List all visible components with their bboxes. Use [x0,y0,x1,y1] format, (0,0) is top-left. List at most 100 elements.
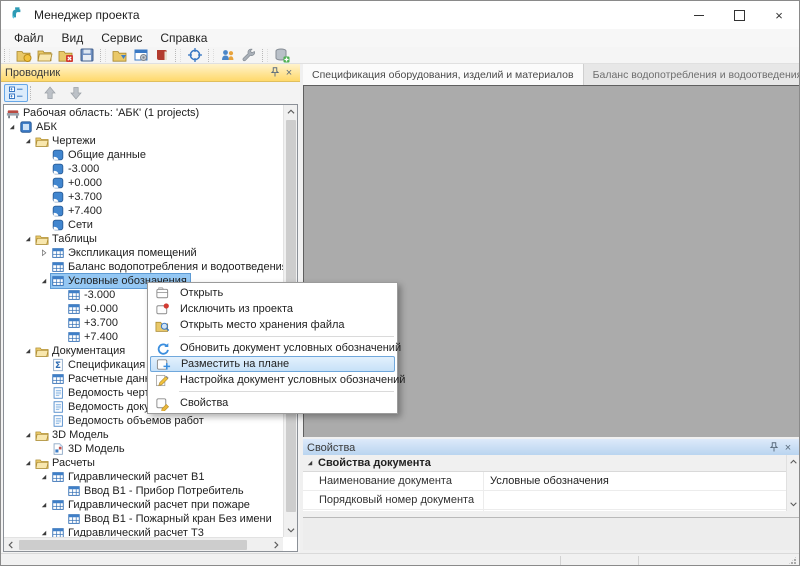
menubar-item[interactable]: Вид [53,30,93,46]
tree-item[interactable]: +3.700 [38,190,283,204]
scroll-down-icon[interactable] [284,523,298,537]
add-document-button[interactable] [109,47,130,63]
expander-icon[interactable] [38,246,51,260]
property-row[interactable]: Порядковый номер документа [303,491,799,510]
snap-target-icon [187,47,203,63]
explorer-title: Проводник [5,67,268,79]
tree-item[interactable]: Гидравлический расчет Т3 [38,526,283,537]
context-menu-item[interactable]: Настройка документ условных обозначений [150,372,395,388]
context-menu-item[interactable]: Открыть место хранения файла [150,317,395,333]
scroll-up-icon[interactable] [787,455,799,469]
expander-icon[interactable] [303,456,318,470]
tree-item-content: Ввод В1 - Пожарный кран Без имени [67,512,275,526]
tree-item[interactable]: Общие данные [38,148,283,162]
folder-icon [35,134,50,148]
tree-item[interactable]: Сети [38,218,283,232]
tree-item[interactable]: Гидравлический расчет при пожаре [38,498,283,512]
database-add-button[interactable] [271,47,292,63]
expander-icon[interactable] [22,232,35,246]
menubar-item[interactable]: Файл [5,30,53,46]
menubar-item[interactable]: Сервис [92,30,151,46]
new-project-button[interactable] [13,47,34,63]
tree-item-content: +3.700 [51,190,105,204]
property-value[interactable] [484,510,799,511]
tree-horizontal-scrollbar[interactable] [4,537,283,551]
exclude-doc-icon [155,302,171,316]
library-button[interactable] [151,47,172,63]
scroll-down-icon[interactable] [787,497,799,511]
document-tab[interactable]: Баланс водопотребления и водоотведения [584,64,800,85]
tree-item[interactable]: +0.000 [38,176,283,190]
close-panel-icon[interactable]: × [282,66,296,80]
tools-button[interactable] [238,47,259,63]
project-settings-button[interactable] [130,47,151,63]
pin-icon[interactable] [268,66,282,80]
tree-item[interactable]: Чертежи [22,134,283,148]
tree-item-label: -3.000 [66,163,99,175]
tree-item[interactable]: 3D Модель [38,442,283,456]
tree-item[interactable]: Баланс водопотребления и водоотведения [38,260,283,274]
tree-item[interactable]: АБК [6,120,283,134]
property-value[interactable] [484,491,799,509]
close-project-button[interactable] [55,47,76,63]
scroll-left-icon[interactable] [4,538,18,552]
resize-grip[interactable] [788,556,797,565]
tree-item[interactable]: Рабочая область: 'АБК' (1 projects) [6,106,283,120]
tree-item-content: Гидравлический расчет В1 [51,470,207,484]
add-document-icon [112,47,128,63]
context-menu-item[interactable]: Исключить из проекта [150,301,395,317]
expander-icon[interactable] [22,134,35,148]
pin-icon[interactable] [767,441,781,455]
close-button[interactable]: × [759,1,799,29]
tree-item[interactable]: 3D Модель [22,428,283,442]
properties-group-row[interactable]: Свойства документа [303,455,799,472]
tree-item[interactable]: Таблицы [22,232,283,246]
tree-view-button[interactable] [4,84,28,102]
expander-icon[interactable] [22,428,35,442]
project-settings-icon [133,47,149,63]
properties-scrollbar[interactable] [786,455,799,511]
expander-icon[interactable] [22,344,35,358]
scroll-right-icon[interactable] [269,538,283,552]
document-tab[interactable]: Спецификация оборудования, изделий и мат… [303,64,584,85]
place-on-plan-icon [156,357,172,371]
toolbar-grip [175,49,181,62]
tree-item[interactable]: Ввод В1 - Пожарный кран Без имени [54,512,283,526]
save-project-button[interactable] [76,47,97,63]
close-panel-icon[interactable]: × [781,441,795,455]
tree-item-label: Общие данные [66,149,146,161]
tree-item[interactable]: Ведомость объемов работ [38,414,283,428]
expander-icon[interactable] [38,274,51,288]
tree-item-label: +7.400 [82,331,118,343]
tree-item[interactable]: Расчеты [22,456,283,470]
users-button[interactable] [217,47,238,63]
tree-item[interactable]: Экспликация помещений [38,246,283,260]
move-up-button[interactable] [38,84,62,102]
context-menu-item[interactable]: Свойства [150,395,395,411]
close-project-icon [58,47,74,63]
context-menu-item[interactable]: Разместить на плане [150,356,395,372]
context-menu-item[interactable]: Открыть [150,285,395,301]
property-row[interactable]: Об [303,510,799,511]
tree-item[interactable]: -3.000 [38,162,283,176]
property-row[interactable]: Наименование документаУсловные обозначен… [303,472,799,491]
minimize-button[interactable] [679,1,719,29]
scrollbar-thumb[interactable] [19,540,247,550]
tree-item[interactable]: Ввод В1 - Прибор Потребитель [54,484,283,498]
tree-item[interactable]: Гидравлический расчет В1 [38,470,283,484]
menubar-item[interactable]: Справка [151,30,216,46]
scroll-up-icon[interactable] [284,105,298,119]
expander-icon[interactable] [38,526,51,537]
expander-icon[interactable] [6,120,19,134]
property-value[interactable]: Условные обозначения [484,472,799,490]
move-down-button[interactable] [64,84,88,102]
open-project-button[interactable] [34,47,55,63]
maximize-button[interactable] [719,1,759,29]
snap-target-button[interactable] [184,47,205,63]
expander-slot [54,484,67,498]
tree-item[interactable]: +7.400 [38,204,283,218]
expander-icon[interactable] [38,498,51,512]
expander-icon[interactable] [38,470,51,484]
context-menu-item[interactable]: Обновить документ условных обозначений [150,340,395,356]
expander-icon[interactable] [22,456,35,470]
